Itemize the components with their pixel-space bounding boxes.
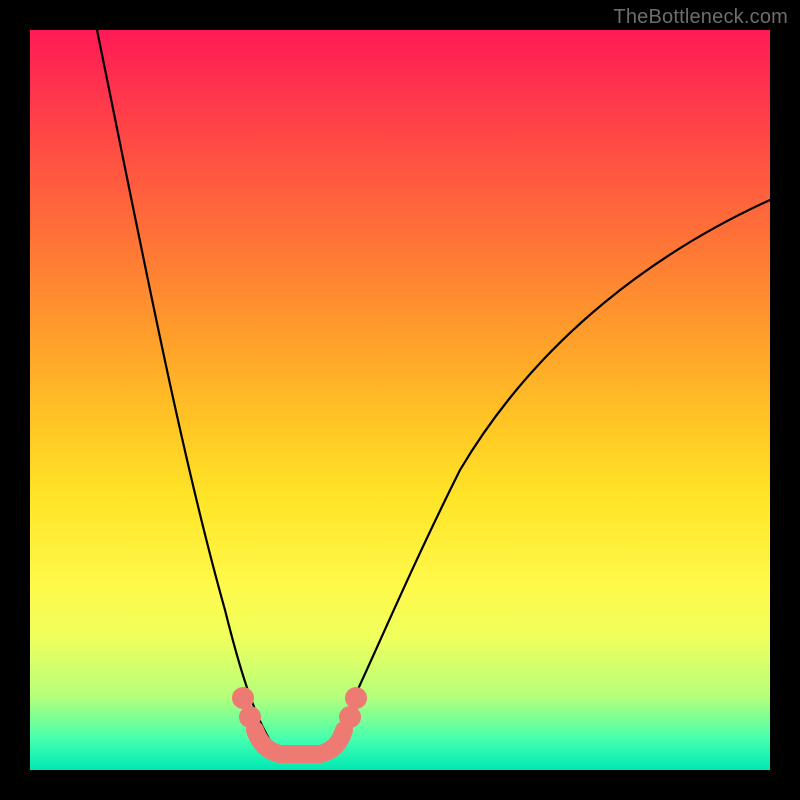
left-bottleneck-curve bbox=[97, 30, 275, 748]
band-marker-dot bbox=[345, 687, 367, 709]
right-bottleneck-curve bbox=[330, 200, 770, 748]
optimal-band bbox=[255, 730, 344, 754]
watermark-text: TheBottleneck.com bbox=[613, 6, 788, 29]
chart-svg bbox=[30, 30, 770, 770]
band-marker-dot bbox=[232, 687, 254, 709]
chart-plot-area bbox=[30, 30, 770, 770]
band-marker-dot bbox=[339, 706, 361, 728]
